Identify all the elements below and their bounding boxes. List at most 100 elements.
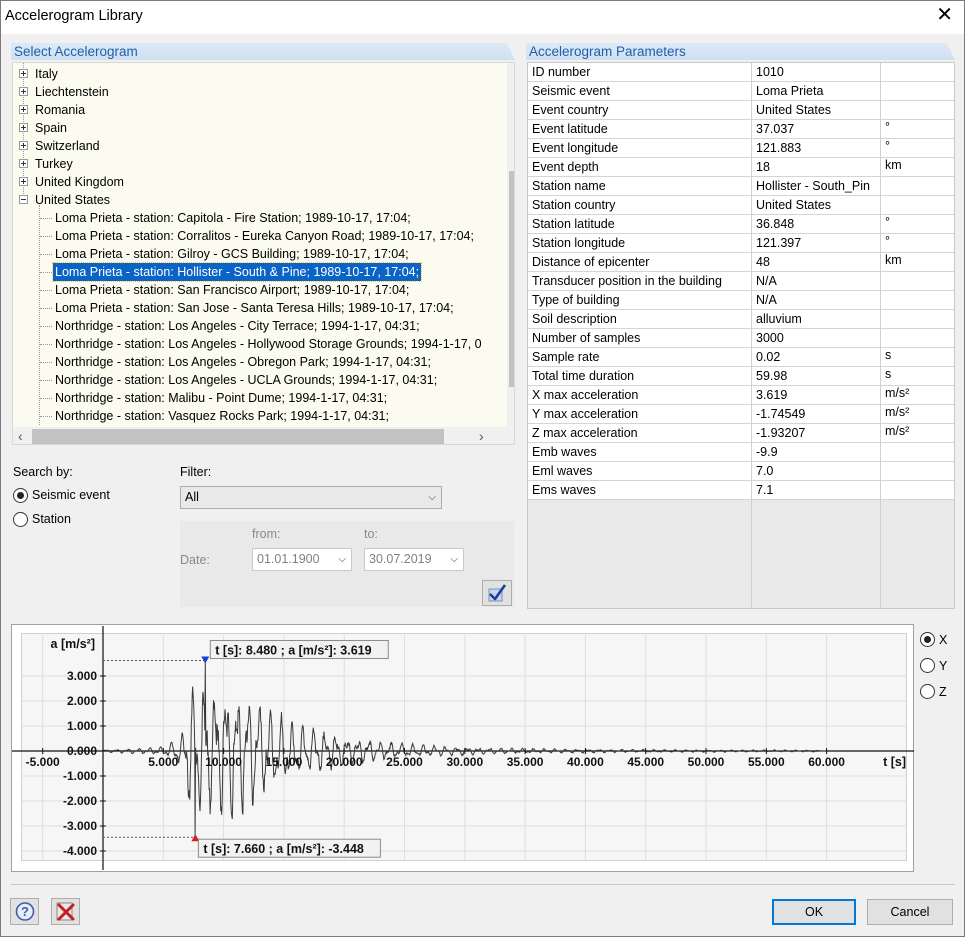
tree-node-record[interactable]: Loma Prieta - station: Capitola - Fire S… bbox=[13, 209, 507, 227]
tree-node-record[interactable]: Loma Prieta - station: San Jose - Santa … bbox=[13, 299, 507, 317]
radio-station[interactable] bbox=[13, 512, 28, 527]
close-icon[interactable]: ✕ bbox=[936, 5, 953, 25]
delete-button[interactable] bbox=[51, 898, 80, 925]
parameter-row: Station name Hollister - South_Pin bbox=[528, 177, 954, 196]
tree-node-label[interactable]: Romania bbox=[35, 101, 85, 119]
tree-node-record[interactable]: Loma Prieta - station: Gilroy - GCS Buil… bbox=[13, 245, 507, 263]
tree-node-country[interactable]: Spain bbox=[13, 119, 503, 137]
parameter-row: Event longitude 121.883 ° bbox=[528, 139, 954, 158]
parameter-value: 3000 bbox=[756, 331, 784, 345]
parameter-value: 121.883 bbox=[756, 141, 802, 155]
separator bbox=[11, 884, 955, 885]
tree-node-label[interactable]: Loma Prieta - station: San Francisco Air… bbox=[55, 281, 409, 299]
tree-node-country[interactable]: Italy bbox=[13, 65, 503, 83]
scroll-up-icon[interactable]: ⌃ bbox=[512, 65, 514, 79]
expand-icon[interactable] bbox=[19, 141, 28, 150]
expand-icon[interactable] bbox=[19, 159, 28, 168]
tree-node-record[interactable]: Northridge - station: Los Angeles - Holl… bbox=[13, 335, 507, 353]
tree-node-label[interactable]: Liechtenstein bbox=[35, 83, 109, 101]
parameter-name: Event latitude bbox=[532, 122, 608, 136]
parameter-value: 7.1 bbox=[756, 483, 774, 497]
tree-node-label[interactable]: Loma Prieta - station: San Jose - Santa … bbox=[55, 299, 454, 317]
tree-node-record[interactable]: Loma Prieta - station: Corralitos - Eure… bbox=[13, 227, 507, 245]
tree-node-label[interactable]: Northridge - station: Los Angeles - UCLA… bbox=[55, 371, 437, 389]
tree-node-record[interactable]: Northridge - station: Los Angeles - City… bbox=[13, 317, 507, 335]
tree-node-label[interactable]: Spain bbox=[35, 119, 67, 137]
radio-seismic-event-label[interactable]: Seismic event bbox=[32, 488, 110, 502]
scrollbar-corner bbox=[507, 427, 514, 444]
tree-node-label[interactable]: Northridge - station: Los Angeles - City… bbox=[55, 317, 420, 335]
tree-node-country[interactable]: Switzerland bbox=[13, 137, 503, 155]
radio-direction-y[interactable] bbox=[920, 658, 935, 673]
tree-node-record[interactable]: Northridge - station: Vasquez Rocks Park… bbox=[13, 407, 507, 425]
tree-node-country[interactable]: Romania bbox=[13, 101, 503, 119]
parameter-name: ID number bbox=[532, 65, 591, 79]
expand-icon[interactable] bbox=[19, 105, 28, 114]
tree-node-record[interactable]: Northridge - station: Los Angeles - Obre… bbox=[13, 353, 507, 371]
accelerogram-tree[interactable]: Italy Liechtenstein Romania Spain Switzerlan… bbox=[12, 62, 515, 445]
expand-icon[interactable] bbox=[19, 123, 28, 132]
tree-node-country[interactable]: United States bbox=[13, 191, 503, 209]
parameter-value: 59.98 bbox=[756, 369, 788, 383]
parameter-unit: ° bbox=[885, 120, 890, 134]
tree-vertical-scrollbar[interactable]: ⌃ ⌄ bbox=[507, 63, 514, 427]
tree-node-label[interactable]: Northridge - station: Los Angeles - Obre… bbox=[55, 353, 431, 371]
tree-node-country[interactable]: Turkey bbox=[13, 155, 503, 173]
ok-button[interactable]: OK bbox=[772, 899, 856, 925]
tree-connector bbox=[40, 308, 52, 309]
date-from-picker[interactable]: 01.01.1900 ⌵ bbox=[252, 548, 352, 571]
help-icon: ? bbox=[15, 902, 35, 921]
help-button[interactable]: ? bbox=[10, 898, 39, 925]
tree-node-country[interactable]: Liechtenstein bbox=[13, 83, 503, 101]
tree-node-record[interactable]: Northridge - station: Los Angeles - UCLA… bbox=[13, 371, 507, 389]
tree-node-label[interactable]: United States bbox=[35, 191, 110, 209]
date-to-picker[interactable]: 30.07.2019 ⌵ bbox=[364, 548, 464, 571]
tree-node-label[interactable]: Loma Prieta - station: Corralitos - Eure… bbox=[55, 227, 474, 245]
tree-connector bbox=[40, 416, 52, 417]
parameter-name: Type of building bbox=[532, 293, 620, 307]
vertical-scroll-thumb[interactable] bbox=[509, 171, 514, 387]
chevron-down-icon: ⌵ bbox=[450, 554, 458, 565]
radio-direction-x-label[interactable]: X bbox=[939, 633, 947, 647]
horizontal-scroll-thumb[interactable] bbox=[32, 429, 444, 444]
tree-node-record[interactable]: Loma Prieta - station: San Francisco Air… bbox=[13, 281, 507, 299]
parameter-value: Hollister - South_Pin bbox=[756, 179, 870, 193]
tree-node-label[interactable]: Switzerland bbox=[35, 137, 100, 155]
tree-node-label[interactable]: United Kingdom bbox=[35, 173, 124, 191]
radio-station-label[interactable]: Station bbox=[32, 512, 71, 526]
tree-node-label[interactable]: Loma Prieta - station: Gilroy - GCS Buil… bbox=[55, 245, 409, 263]
radio-seismic-event[interactable] bbox=[13, 488, 28, 503]
tree-node-record[interactable]: Northridge - station: Malibu - Point Dum… bbox=[13, 389, 507, 407]
chevron-down-icon: ⌵ bbox=[428, 492, 436, 503]
checkmark-icon bbox=[488, 584, 507, 602]
tree-horizontal-scrollbar[interactable]: ‹ › bbox=[13, 427, 507, 444]
radio-direction-z-label[interactable]: Z bbox=[939, 685, 947, 699]
parameter-value: N/A bbox=[756, 274, 777, 288]
scroll-right-icon[interactable]: › bbox=[479, 428, 484, 444]
tree-node-label[interactable]: Italy bbox=[35, 65, 58, 83]
scroll-left-icon[interactable]: ‹ bbox=[18, 428, 23, 444]
filter-label: Filter: bbox=[180, 465, 212, 479]
tree-node-country[interactable]: United Kingdom bbox=[13, 173, 503, 191]
tree-node-record[interactable]: Loma Prieta - station: Hollister - South… bbox=[13, 262, 507, 282]
tree-node-label[interactable]: Turkey bbox=[35, 155, 73, 173]
tree-node-label[interactable]: Northridge - station: Los Angeles - Holl… bbox=[55, 335, 482, 353]
tree-node-label[interactable]: Loma Prieta - station: Capitola - Fire S… bbox=[55, 209, 411, 227]
radio-direction-x[interactable] bbox=[920, 632, 935, 647]
parameter-row: X max acceleration 3.619 m/s² bbox=[528, 386, 954, 405]
expand-icon[interactable] bbox=[19, 69, 28, 78]
collapse-icon[interactable] bbox=[19, 195, 28, 204]
cancel-button[interactable]: Cancel bbox=[867, 899, 953, 925]
filter-select[interactable]: All ⌵ bbox=[180, 486, 442, 509]
radio-direction-y-label[interactable]: Y bbox=[939, 659, 947, 673]
parameter-name: X max acceleration bbox=[532, 388, 639, 402]
tree-node-label[interactable]: Loma Prieta - station: Hollister - South… bbox=[51, 262, 423, 282]
apply-filter-button[interactable] bbox=[482, 580, 512, 606]
radio-direction-z[interactable] bbox=[920, 684, 935, 699]
parameter-name: Station name bbox=[532, 179, 606, 193]
expand-icon[interactable] bbox=[19, 177, 28, 186]
scroll-down-icon[interactable]: ⌄ bbox=[512, 407, 514, 421]
expand-icon[interactable] bbox=[19, 87, 28, 96]
tree-node-label[interactable]: Northridge - station: Malibu - Point Dum… bbox=[55, 389, 387, 407]
tree-node-label[interactable]: Northridge - station: Vasquez Rocks Park… bbox=[55, 407, 389, 425]
